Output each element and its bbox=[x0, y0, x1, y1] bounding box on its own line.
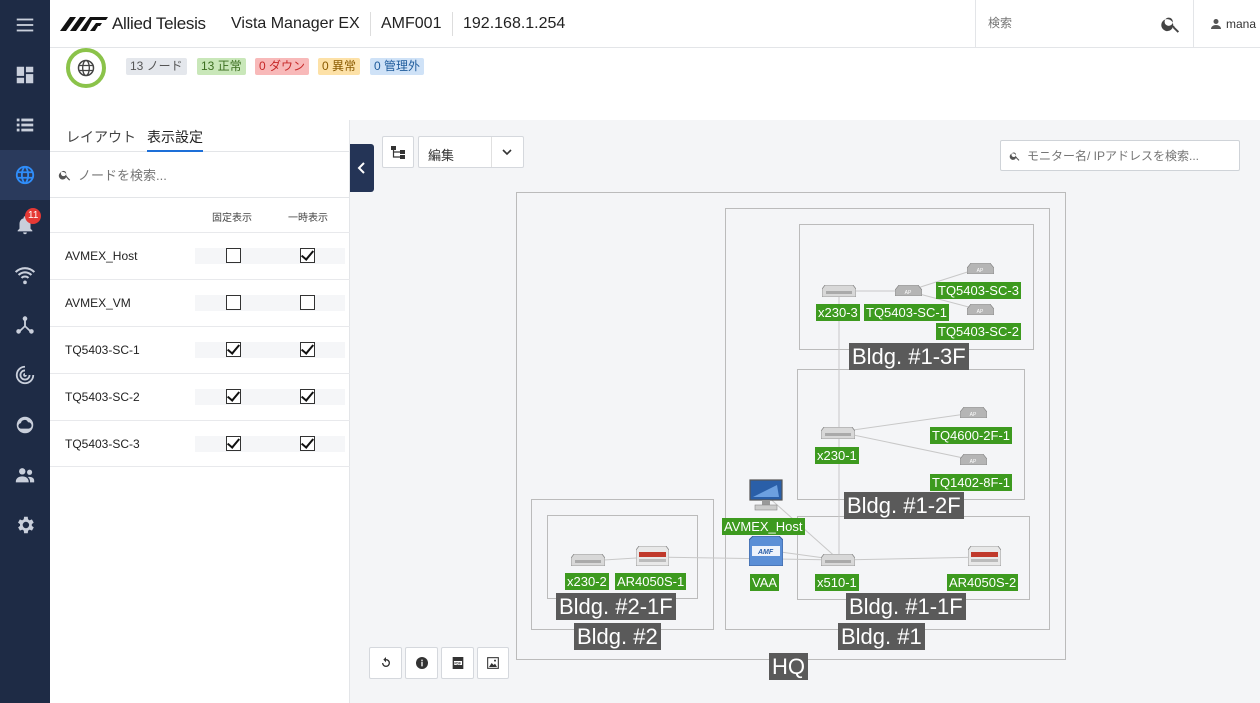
node-label-x230-2[interactable]: x230-2 bbox=[565, 573, 609, 590]
access-point-icon[interactable]: AP bbox=[967, 263, 994, 274]
export-image-button[interactable] bbox=[477, 647, 509, 679]
link-x510-1-ar4050s-2 bbox=[838, 556, 986, 561]
node-label-x230-3[interactable]: x230-3 bbox=[816, 304, 860, 321]
monitor-icon[interactable] bbox=[749, 479, 783, 511]
refresh-button[interactable] bbox=[369, 647, 402, 679]
node-label-ar4050s-2[interactable]: AR4050S-2 bbox=[947, 574, 1019, 591]
group-label-bldg1-1f[interactable]: Bldg. #1-1F bbox=[846, 593, 966, 620]
group-label-bldg1-3f[interactable]: Bldg. #1-3F bbox=[849, 343, 969, 370]
access-point-icon[interactable]: AP bbox=[967, 304, 994, 315]
node-label-tq5403-sc-3[interactable]: TQ5403-SC-3 bbox=[936, 282, 1021, 299]
amf-tag: AMF bbox=[757, 549, 774, 556]
router-icon[interactable] bbox=[968, 546, 1001, 566]
refresh-icon bbox=[381, 657, 390, 667]
node-label-tq1402-8f-1[interactable]: TQ1402-8F-1 bbox=[930, 474, 1013, 491]
switch-icon[interactable] bbox=[822, 285, 856, 297]
svg-text:PDF: PDF bbox=[454, 661, 461, 665]
info-icon bbox=[415, 657, 428, 669]
ap-tag: AP bbox=[977, 309, 984, 315]
node-label-tq5403-sc-2[interactable]: TQ5403-SC-2 bbox=[936, 323, 1021, 340]
ap-tag: AP bbox=[905, 290, 912, 296]
node-label-vaa[interactable]: VAA bbox=[750, 574, 780, 591]
switch-icon[interactable] bbox=[571, 554, 605, 566]
node-label-x510-1[interactable]: x510-1 bbox=[815, 574, 859, 591]
switch-icon[interactable] bbox=[821, 427, 855, 439]
access-point-icon[interactable]: AP bbox=[960, 454, 987, 465]
image-icon bbox=[487, 657, 499, 669]
group-label-bldg1[interactable]: Bldg. #1 bbox=[838, 623, 925, 650]
access-point-icon[interactable]: AP bbox=[960, 407, 987, 418]
pdf-icon: PDF bbox=[452, 657, 463, 669]
group-label-hq[interactable]: HQ bbox=[769, 653, 808, 680]
ap-tag: AP bbox=[970, 412, 977, 418]
node-label-tq4600-2f-1[interactable]: TQ4600-2F-1 bbox=[930, 427, 1013, 444]
ap-tag: AP bbox=[970, 459, 977, 465]
access-point-icon[interactable]: AP bbox=[895, 285, 922, 296]
group-label-bldg2[interactable]: Bldg. #2 bbox=[574, 623, 661, 650]
group-label-bldg1-2f[interactable]: Bldg. #1-2F bbox=[844, 492, 964, 519]
info-button[interactable] bbox=[405, 647, 438, 679]
router-icon[interactable] bbox=[636, 546, 669, 566]
node-label-tq5403-sc-1[interactable]: TQ5403-SC-1 bbox=[864, 304, 949, 321]
group-label-bldg2-1f[interactable]: Bldg. #2-1F bbox=[556, 593, 676, 620]
export-pdf-button[interactable]: PDF bbox=[441, 647, 474, 679]
node-label-ar4050s-1[interactable]: AR4050S-1 bbox=[615, 573, 687, 590]
virtual-appliance-icon[interactable]: AMF bbox=[749, 536, 783, 566]
switch-icon[interactable] bbox=[821, 554, 855, 566]
link-ar4050s-1-x510-1 bbox=[651, 556, 840, 561]
ap-tag: AP bbox=[977, 268, 984, 274]
network-map: AP AP AP AP AP AMF x230-3 TQ5403-SC-1 TQ… bbox=[0, 0, 1260, 703]
node-label-x230-1[interactable]: x230-1 bbox=[815, 447, 859, 464]
node-label-avmex-host[interactable]: AVMEX_Host bbox=[722, 518, 805, 535]
